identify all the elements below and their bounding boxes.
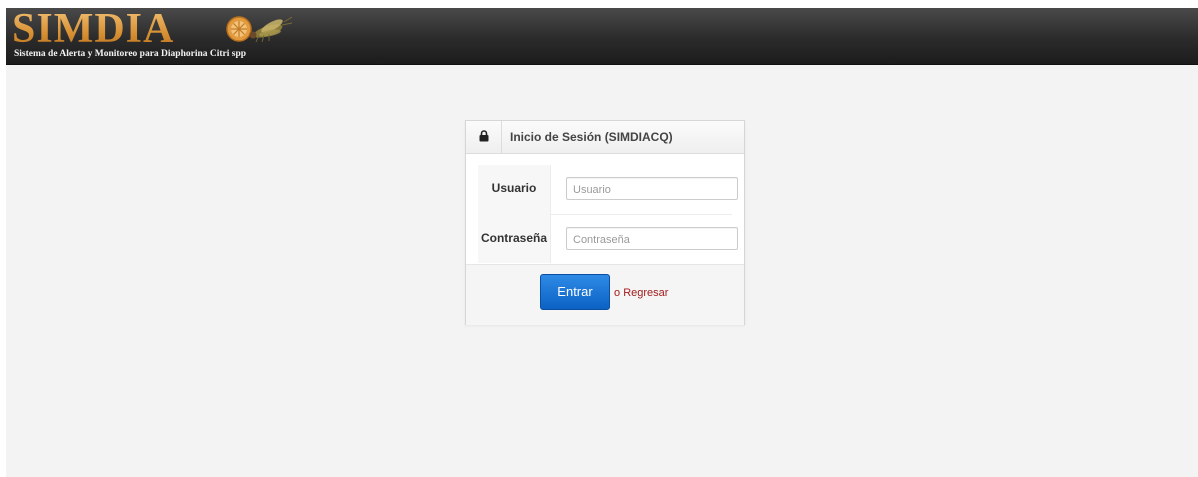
logo-wordmark: SIMDIA (12, 6, 175, 52)
password-row: Contraseña (478, 214, 738, 263)
password-label-cell: Contraseña (478, 214, 551, 263)
password-label: Contraseña (480, 231, 548, 245)
login-panel: Inicio de Sesión (SIMDIACQ) Usuario Cont… (465, 120, 745, 325)
or-text: o (614, 287, 621, 299)
site-logo[interactable]: SIMDIA Sistema de Alerta y Monitoreo par… (12, 6, 312, 62)
username-row: Usuario (478, 165, 738, 215)
page-background: SIMDIA Sistema de Alerta y Monitoreo par… (6, 6, 1198, 477)
login-actions: Entrar o Regresar (466, 264, 744, 325)
lock-icon (479, 130, 489, 142)
back-link[interactable]: Regresar (623, 287, 668, 299)
username-label: Usuario (491, 181, 537, 195)
password-input[interactable] (566, 227, 738, 250)
citrus-psyllid-icon (226, 16, 293, 43)
login-form: Usuario Contraseña (478, 165, 738, 263)
username-label-cell: Usuario (478, 165, 551, 214)
login-title: Inicio de Sesión (SIMDIACQ) (510, 130, 673, 144)
username-input[interactable] (566, 177, 738, 200)
logo-subtitle: Sistema de Alerta y Monitoreo para Diaph… (14, 49, 247, 59)
login-submit-button[interactable]: Entrar (540, 274, 610, 310)
login-panel-header: Inicio de Sesión (SIMDIACQ) (466, 121, 744, 154)
header-bar: SIMDIA Sistema de Alerta y Monitoreo par… (6, 6, 1198, 65)
or-separator: o Regresar (614, 287, 668, 299)
lock-icon-cell (466, 121, 502, 153)
